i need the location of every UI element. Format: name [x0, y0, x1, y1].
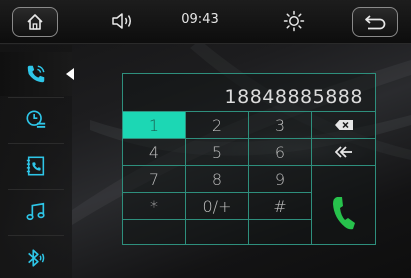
back-button[interactable] [352, 7, 398, 37]
clear-all-button[interactable] [312, 139, 375, 166]
phone-call-icon [27, 65, 45, 83]
speaker-volume-icon [112, 13, 131, 29]
music-note-icon [26, 202, 45, 221]
key-row-spacer [123, 220, 186, 244]
key-4[interactable]: 4 [123, 139, 186, 166]
brightness-sun-icon [283, 10, 305, 32]
key-2[interactable]: 2 [186, 112, 249, 139]
key-3[interactable]: 3 [249, 112, 312, 139]
key-5[interactable]: 5 [186, 139, 249, 166]
bluetooth-audio-icon [28, 249, 45, 267]
key-8[interactable]: 8 [186, 166, 249, 193]
double-arrow-clear-icon [334, 146, 352, 158]
dialpad: 18848885888 1 2 3 4 5 6 7 8 9 * 0/+ # [122, 73, 376, 245]
status-bar: 09:43 [0, 0, 411, 44]
key-star[interactable]: * [123, 193, 186, 220]
key-7[interactable]: 7 [123, 166, 186, 193]
sidebar-item-phone[interactable] [0, 52, 72, 96]
sidebar-item-music[interactable] [0, 190, 72, 234]
home-icon [27, 14, 43, 30]
key-1[interactable]: 1 [123, 112, 186, 139]
key-hash[interactable]: # [249, 193, 312, 220]
key-0-plus[interactable]: 0/+ [186, 193, 249, 220]
return-arrow-icon [365, 15, 386, 30]
key-row-spacer [249, 220, 312, 244]
car-head-unit-screen: 09:43 18848885888 1 2 3 4 5 6 7 8 9 * 0/… [0, 0, 411, 278]
dialed-number-display: 18848885888 [123, 74, 375, 112]
sidebar [0, 45, 74, 278]
contacts-book-icon [26, 156, 45, 176]
call-history-icon [26, 110, 46, 128]
home-button[interactable] [12, 7, 58, 37]
backspace-icon [334, 120, 353, 130]
key-6[interactable]: 6 [249, 139, 312, 166]
backspace-button[interactable] [312, 112, 375, 139]
key-9[interactable]: 9 [249, 166, 312, 193]
sidebar-item-bluetooth[interactable] [0, 236, 72, 278]
brightness-button[interactable] [283, 10, 305, 32]
sidebar-item-contacts[interactable] [0, 144, 72, 188]
key-row-spacer [186, 220, 249, 244]
clock: 09:43 [181, 12, 219, 27]
sidebar-item-call-history[interactable] [0, 98, 72, 142]
green-call-icon [332, 196, 355, 229]
call-button[interactable] [312, 181, 375, 244]
active-indicator-arrow [66, 68, 74, 80]
volume-button[interactable] [110, 11, 136, 31]
